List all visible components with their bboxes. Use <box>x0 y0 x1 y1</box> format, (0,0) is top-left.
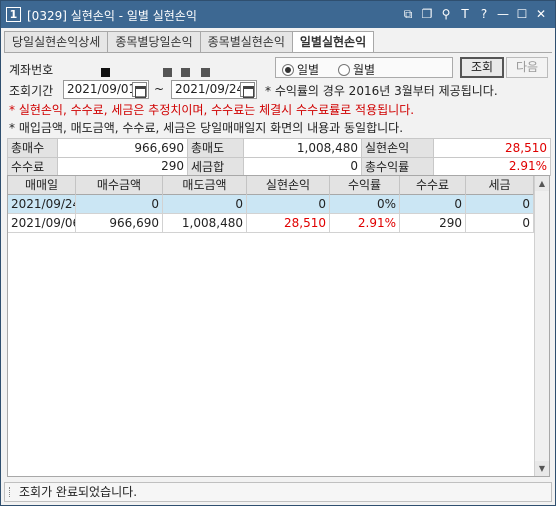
tax-value: 0 <box>243 156 362 176</box>
tab-stock-realized-pnl[interactable]: 종목별실현손익 <box>199 31 292 53</box>
keep-on-top-icon[interactable]: ⚲ <box>438 5 454 23</box>
col-buy-amount[interactable]: 매수금액 <box>76 176 163 195</box>
date-to-input[interactable]: 2021/09/24 <box>171 80 257 99</box>
cell-rate: 2.91% <box>330 214 400 233</box>
col-realized-pnl[interactable]: 실현손익 <box>247 176 330 195</box>
col-return-rate[interactable]: 수익률 <box>330 176 400 195</box>
scroll-down-icon[interactable]: ▼ <box>535 461 549 476</box>
cell-buy: 966,690 <box>76 214 163 233</box>
cell-pnl: 28,510 <box>247 214 330 233</box>
next-button[interactable]: 다음 <box>506 57 548 78</box>
radio-daily-label: 일별 <box>297 63 320 77</box>
table-row[interactable]: 2021/09/24 0 0 0 0% 0 0 <box>8 195 534 214</box>
radio-monthly-dot <box>338 63 350 76</box>
radio-daily[interactable]: 일별 <box>282 61 319 78</box>
realized-pnl-value: 28,510 <box>433 138 551 158</box>
estimate-warning-note: * 실현손익, 수수료, 세금은 추정치이며, 수수료는 체결시 수수료률로 적… <box>9 103 415 117</box>
date-from-input[interactable]: 2021/09/01 <box>63 80 149 99</box>
total-buy-label: 총매수 <box>7 138 58 158</box>
cell-date: 2021/09/24 <box>8 195 76 214</box>
summary-table: 총매수 966,690 총매도 1,008,480 실현손익 28,510 수수… <box>7 138 551 176</box>
cell-sell: 0 <box>163 195 247 214</box>
text-icon[interactable]: T <box>457 5 473 23</box>
account-number-masked[interactable] <box>73 65 223 78</box>
table-row[interactable]: 2021/09/06 966,690 1,008,480 28,510 2.91… <box>8 214 534 233</box>
grid-header: 매매일 매수금액 매도금액 실현손익 수익률 수수료 세금 <box>8 176 534 195</box>
radio-daily-dot <box>282 63 294 76</box>
tab-divider <box>4 52 552 53</box>
col-sell-amount[interactable]: 매도금액 <box>163 176 247 195</box>
cell-tax: 0 <box>466 214 534 233</box>
cell-sell: 1,008,480 <box>163 214 247 233</box>
cell-fee: 290 <box>400 214 466 233</box>
close-icon[interactable]: ✕ <box>533 5 549 23</box>
window-title: [0329] 실현손익 - 일별 실현손익 <box>27 9 197 23</box>
minimize-icon[interactable]: — <box>495 5 511 23</box>
radio-monthly[interactable]: 월별 <box>338 61 375 78</box>
cell-fee: 0 <box>400 195 466 214</box>
search-button[interactable]: 조회 <box>460 57 504 78</box>
status-bar: 조회가 완료되었습니다. <box>4 482 552 502</box>
maximize-icon[interactable]: ☐ <box>514 5 530 23</box>
grid-vertical-scrollbar[interactable]: ▲ ▼ <box>534 176 549 476</box>
total-sell-value: 1,008,480 <box>243 138 362 158</box>
realized-pnl-label: 실현손익 <box>361 138 434 158</box>
titlebar-controls: ⧉ ❐ ⚲ T? — ☐ ✕ <box>400 5 549 23</box>
app-window: 1 [0329] 실현손익 - 일별 실현손익 ⧉ ❐ ⚲ T? — ☐ ✕ 당일실현손익상… <box>0 0 556 506</box>
col-trade-date[interactable]: 매매일 <box>8 176 76 195</box>
radio-monthly-label: 월별 <box>353 63 376 77</box>
data-source-note: * 매입금액, 매도금액, 수수료, 세금은 당일매매일지 화면의 내용과 동일… <box>9 121 404 135</box>
cell-tax: 0 <box>466 195 534 214</box>
status-message: 조회가 완료되었습니다. <box>19 485 138 499</box>
rate-availability-note: * 수익률의 경우 2016년 3월부터 제공됩니다. <box>265 84 498 98</box>
restore-copy-icon[interactable]: ❐ <box>419 5 435 23</box>
total-sell-label: 총매도 <box>187 138 244 158</box>
tab-daily-realized-detail[interactable]: 당일실현손익상세 <box>4 31 108 53</box>
date-range-separator: ~ <box>154 82 165 96</box>
calendar-icon[interactable] <box>240 82 255 98</box>
date-from-value: 2021/09/01 <box>67 82 137 96</box>
tax-label: 세금합 <box>187 156 244 176</box>
help-icon[interactable]: ? <box>476 5 492 23</box>
account-label: 계좌번호 <box>9 63 54 77</box>
daily-pnl-grid[interactable]: 매매일 매수금액 매도금액 실현손익 수익률 수수료 세금 2021/09/24… <box>7 175 550 477</box>
cell-date: 2021/09/06 <box>8 214 76 233</box>
period-label: 조회기간 <box>9 84 54 98</box>
fee-label: 수수료 <box>7 156 58 176</box>
status-grip-icon <box>9 487 12 497</box>
scroll-up-icon[interactable]: ▲ <box>535 176 549 191</box>
col-fee[interactable]: 수수료 <box>400 176 466 195</box>
calendar-icon[interactable] <box>132 82 147 98</box>
title-bar[interactable]: 1 [0329] 실현손익 - 일별 실현손익 ⧉ ❐ ⚲ T? — ☐ ✕ <box>1 1 555 28</box>
cell-buy: 0 <box>76 195 163 214</box>
date-to-value: 2021/09/24 <box>175 82 245 96</box>
total-return-value: 2.91% <box>433 156 551 176</box>
tab-daily-realized-pnl[interactable]: 일별실현손익 <box>291 31 375 53</box>
period-type-radio-group: 일별 월별 <box>275 57 453 78</box>
pin-window-icon[interactable]: ⧉ <box>400 5 416 23</box>
tab-stock-daily-pnl[interactable]: 종목별당일손익 <box>107 31 200 53</box>
col-tax[interactable]: 세금 <box>466 176 534 195</box>
fee-value: 290 <box>57 156 188 176</box>
screen-tabs: 당일실현손익상세 종목별당일손익 종목별실현손익 일별실현손익 <box>4 31 375 53</box>
window-number-badge: 1 <box>6 7 21 22</box>
cell-pnl: 0 <box>247 195 330 214</box>
total-return-label: 총수익률 <box>361 156 434 176</box>
cell-rate: 0% <box>330 195 400 214</box>
total-buy-value: 966,690 <box>57 138 188 158</box>
